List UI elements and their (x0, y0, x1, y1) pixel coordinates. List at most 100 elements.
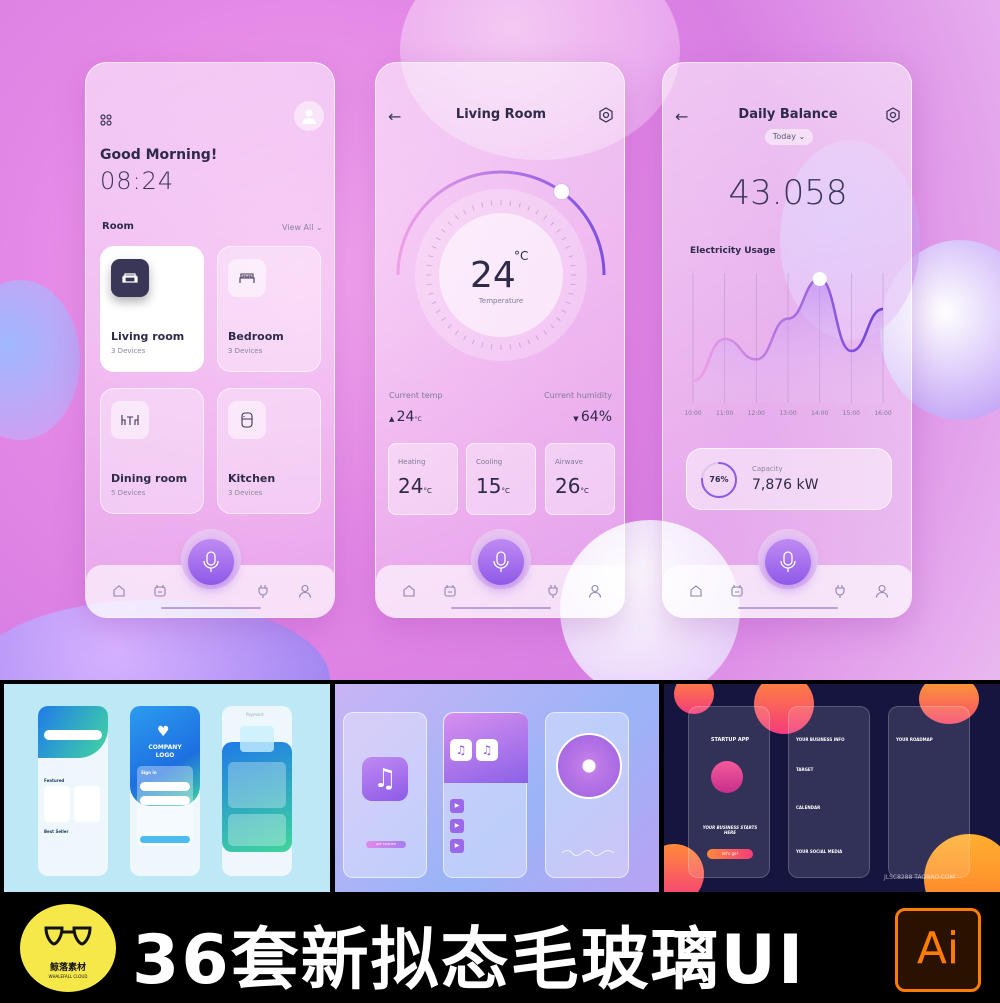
mini-best-seller: Best Seller (44, 829, 68, 834)
x-tick-label: 15:00 (843, 410, 860, 417)
apps-grid-icon[interactable] (100, 111, 112, 123)
hot-air-balloon (711, 761, 743, 793)
current-temp: ▲ 24°C (389, 409, 422, 425)
page-title: Daily Balance (663, 107, 912, 122)
highlight-point[interactable] (813, 272, 827, 286)
mic-button[interactable] (478, 539, 524, 585)
room-tile-living-room[interactable]: Living room 3 Devices (100, 246, 204, 372)
temperature-value: 24 (470, 255, 516, 296)
profile-icon[interactable] (588, 583, 602, 597)
fridge-icon (228, 401, 266, 439)
mini-phone: ♥ COMPANY LOGO Sign in (130, 706, 200, 876)
phone-living-room: ← Living Room 24 °C Temperature Current … (375, 62, 625, 618)
current-humidity-label: Current humidity (544, 391, 612, 400)
mini-phone: YOUR ROADMAP (888, 706, 970, 878)
dial-knob[interactable] (554, 184, 570, 200)
mini-payment: Payment (246, 712, 264, 717)
waveform (562, 843, 614, 849)
view-all-link[interactable]: View All ⌄ (282, 223, 323, 232)
x-tick-label: 13:00 (779, 410, 796, 417)
electricity-usage-chart: 10:0011:0012:0013:0014:0015:0016:00 (663, 263, 912, 423)
mini-signin-card (137, 766, 193, 846)
profile-icon[interactable] (875, 583, 889, 597)
mini-button (140, 836, 190, 843)
chart-title: Electricity Usage (690, 246, 776, 256)
room-tile-kitchen[interactable]: Kitchen 3 Devices (217, 388, 321, 514)
temperature-label: Temperature (376, 297, 625, 305)
mini-input (140, 796, 190, 805)
bottom-nav (663, 557, 912, 617)
chevron-down-icon: ⌄ (798, 132, 805, 141)
current-humidity-value: 64% (581, 409, 612, 425)
caret-up-icon: ▲ (389, 415, 397, 423)
phone-daily-balance: ← Daily Balance Today ⌄ 43.058 Electrici… (662, 62, 912, 618)
mode-card-cooling[interactable]: Cooling15°C (466, 443, 536, 515)
plug-icon[interactable] (833, 583, 847, 597)
mode-unit: °C (501, 487, 509, 495)
mini-get-started: GET STARTED (366, 841, 406, 848)
mini-phone: Payment (222, 706, 292, 876)
bg-blob (0, 280, 80, 440)
mini-roadmap: YOUR ROADMAP (896, 737, 933, 742)
whale-tail-icon (44, 924, 92, 954)
room-devices: 3 Devices (228, 347, 262, 355)
clock-time: 08:24 (100, 167, 174, 195)
mode-card-heating[interactable]: Heating24°C (388, 443, 458, 515)
promo-banner: 鲸落素材 WHALEFALL CLOUD 36套新拟态毛玻璃UI Ai (0, 892, 1000, 1000)
vinyl-disc (556, 733, 622, 799)
home-indicator (161, 607, 261, 609)
mini-phone (545, 712, 629, 878)
mini-card (44, 786, 70, 822)
play-icon: ▶ (450, 819, 464, 833)
settings-icon[interactable] (598, 107, 614, 127)
room-tile-dining-room[interactable]: Dining room 5 Devices (100, 388, 204, 514)
thumbnail-purple-music[interactable]: ♫ GET STARTED ♫ ♫ ▶ ▶ ▶ (335, 684, 659, 892)
thumbnail-dark-startup[interactable]: STARTUP APP YOUR BUSINESS STARTS HERE le… (664, 684, 1000, 892)
plug-icon[interactable] (256, 583, 270, 597)
thumbnail-blue-green[interactable]: Featured Best Seller ♥ COMPANY LOGO Sign… (4, 684, 330, 892)
phone-home: Good Morning! 08:24 Room View All ⌄ Livi… (85, 62, 335, 618)
play-icon: ▶ (450, 799, 464, 813)
current-temp-value: 24 (397, 409, 415, 425)
bed-icon (228, 259, 266, 297)
capacity-label: Capacity (752, 465, 783, 473)
room-devices: 5 Devices (111, 489, 145, 497)
capacity-card[interactable]: 76% Capacity 7,876 kW (686, 448, 892, 510)
plug-icon[interactable] (546, 583, 560, 597)
mode-number: 15 (476, 474, 501, 498)
settings-icon[interactable] (885, 107, 901, 127)
home-icon[interactable] (402, 583, 416, 597)
period-label: Today (773, 132, 796, 141)
room-name: Bedroom (228, 330, 284, 343)
x-tick-label: 16:00 (874, 410, 891, 417)
bottom-nav (86, 557, 335, 617)
mini-panel (228, 762, 286, 808)
temperature-unit: °C (514, 249, 528, 263)
calendar-icon[interactable] (730, 583, 744, 597)
section-title-room: Room (102, 221, 134, 232)
music-note-icon: ♫ (450, 739, 472, 761)
hero-showcase: Good Morning! 08:24 Room View All ⌄ Livi… (0, 0, 1000, 680)
calendar-icon[interactable] (443, 583, 457, 597)
mic-button[interactable] (188, 539, 234, 585)
period-dropdown[interactable]: Today ⌄ (765, 129, 813, 145)
home-icon[interactable] (112, 583, 126, 597)
mic-button[interactable] (765, 539, 811, 585)
caret-down-icon: ▼ (573, 415, 581, 423)
avatar[interactable] (294, 101, 324, 131)
brand-name-cn: 鲸落素材 (20, 960, 116, 973)
profile-icon[interactable] (298, 583, 312, 597)
room-tile-bedroom[interactable]: Bedroom 3 Devices (217, 246, 321, 372)
mini-heart-icon: ♥ (157, 724, 170, 740)
mode-value: 26°C (555, 474, 589, 498)
x-tick-label: 12:00 (748, 410, 765, 417)
home-icon[interactable] (689, 583, 703, 597)
mode-card-airwave[interactable]: Airwave26°C (545, 443, 615, 515)
illustrator-badge-label: Ai (898, 923, 978, 974)
brand-logo: 鲸落素材 WHALEFALL CLOUD (20, 904, 116, 992)
current-temp-unit: °C (414, 416, 421, 423)
home-indicator (451, 607, 551, 609)
mini-phone: STARTUP APP YOUR BUSINESS STARTS HERE le… (688, 706, 770, 878)
calendar-icon[interactable] (153, 583, 167, 597)
mini-sign-in: Sign in (141, 770, 157, 775)
